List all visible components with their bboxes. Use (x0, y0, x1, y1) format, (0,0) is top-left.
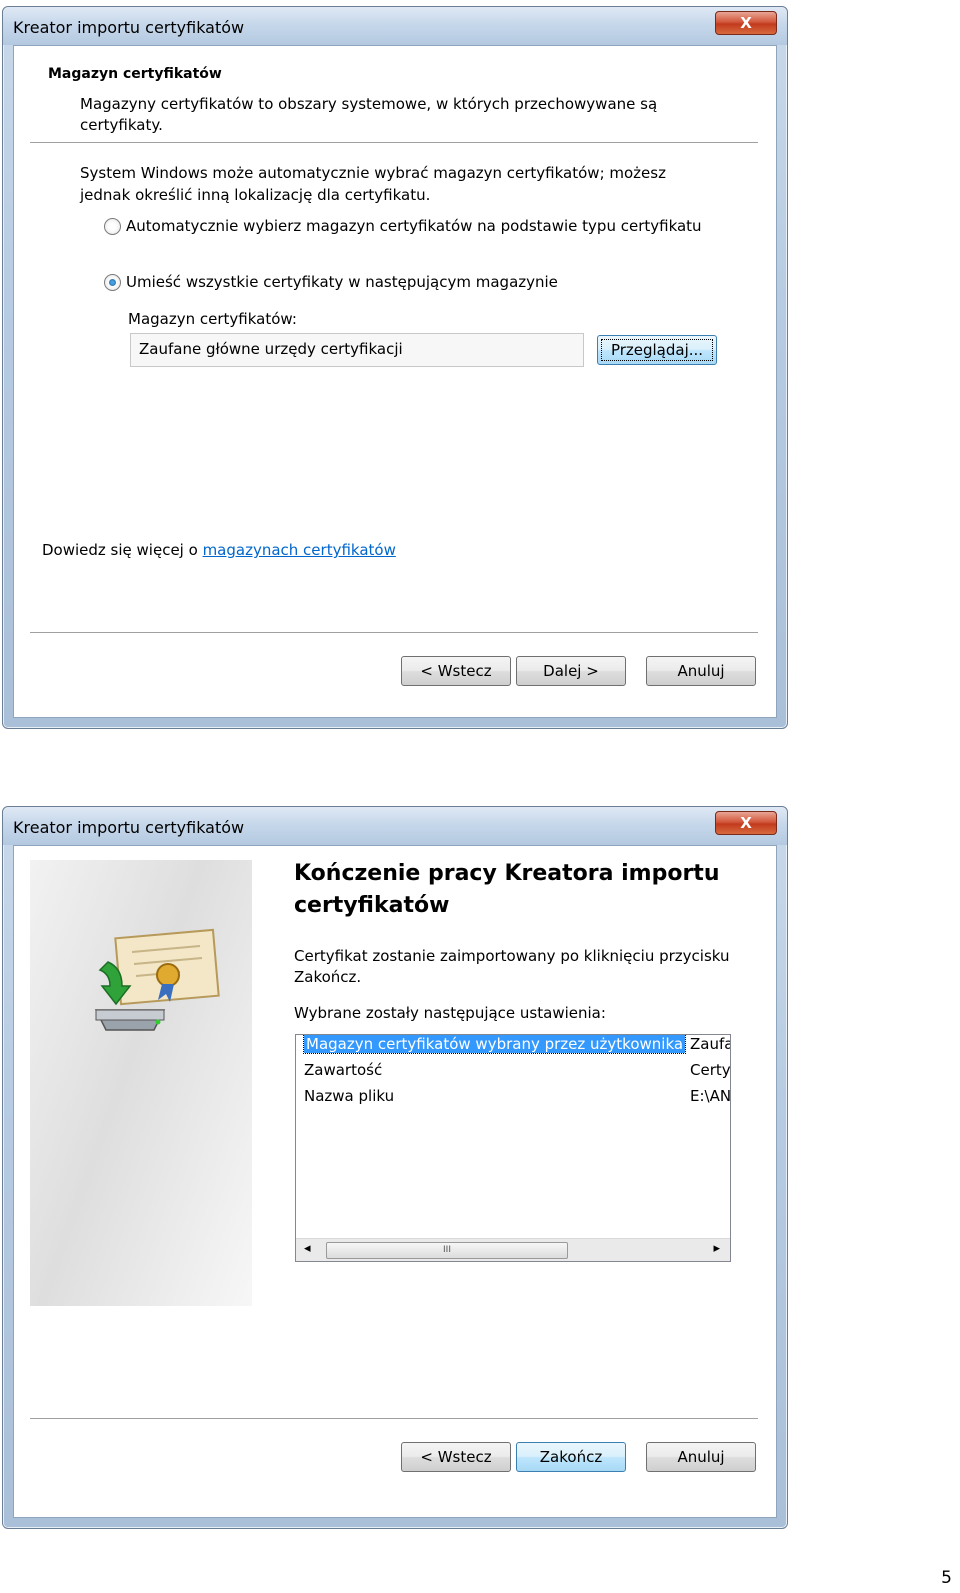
intro-text: System Windows może automatycznie wybrać… (80, 164, 666, 204)
page-subheading: Magazyny certyfikatów to obszary systemo… (80, 95, 658, 134)
page-number: 5 (941, 1568, 952, 1588)
learn-more: Dowiedz się więcej o magazynach certyfik… (42, 541, 396, 559)
cancel-button[interactable]: Anuluj (646, 656, 756, 686)
radio-auto-label[interactable]: Automatycznie wybierz magazyn certyfikat… (126, 217, 702, 235)
footer-divider (30, 632, 758, 634)
page-heading: Kończenie pracy Kreatora importu certyfi… (294, 861, 720, 918)
back-button[interactable]: < Wstecz (401, 656, 511, 686)
learn-more-prefix: Dowiedz się więcej o (42, 541, 203, 559)
learn-more-link[interactable]: magazynach certyfikatów (203, 541, 396, 559)
settings-list[interactable]: Magazyn certyfikatów wybrany przez użytk… (295, 1034, 731, 1262)
scroll-left-icon[interactable]: ◂ (304, 1241, 311, 1256)
radio-manual[interactable] (104, 274, 121, 291)
cancel-button[interactable]: Anuluj (646, 1442, 756, 1472)
setting-name: Magazyn certyfikatów wybrany przez użytk… (302, 1035, 687, 1054)
header-divider (30, 142, 758, 144)
finish-button[interactable]: Zakończ (516, 1442, 626, 1472)
description-text: Certyfikat zostanie zaimportowany po kli… (294, 947, 730, 986)
footer-divider (30, 1418, 758, 1420)
page-heading: Magazyn certyfikatów (48, 66, 222, 82)
scroll-thumb[interactable]: III (326, 1242, 568, 1259)
back-button[interactable]: < Wstecz (401, 1442, 511, 1472)
finish-button-label: Zakończ (539, 1448, 603, 1466)
title-bar[interactable]: Kreator importu certyfikatów X (3, 807, 787, 845)
setting-name[interactable]: Zawartość (304, 1061, 382, 1079)
wizard-side-panel (30, 860, 252, 1306)
setting-value: E:\AN (690, 1087, 731, 1105)
setting-name[interactable]: Nazwa pliku (304, 1087, 394, 1105)
horizontal-scrollbar[interactable]: ◂ III ▸ (296, 1238, 730, 1261)
dialog-title: Kreator importu certyfikatów (13, 18, 245, 37)
certificate-import-icon (94, 928, 220, 1031)
close-button[interactable]: X (715, 811, 777, 835)
settings-label: Wybrane zostały następujące ustawienia: (294, 1004, 606, 1022)
setting-value: Certy (690, 1061, 731, 1079)
close-button[interactable]: X (715, 11, 777, 35)
store-label: Magazyn certyfikatów: (128, 310, 297, 328)
list-item[interactable]: Magazyn certyfikatów wybrany przez użytk… (302, 1035, 687, 1054)
dialog-body (13, 45, 777, 718)
store-field: Zaufane główne urzędy certyfikacji (130, 333, 584, 367)
scroll-right-icon[interactable]: ▸ (713, 1241, 720, 1256)
browse-button-label: Przeglądaj... (601, 339, 713, 361)
browse-button[interactable]: Przeglądaj... (597, 335, 717, 365)
setting-value: Zaufa (690, 1035, 731, 1053)
next-button[interactable]: Dalej > (516, 656, 626, 686)
title-bar[interactable]: Kreator importu certyfikatów X (3, 7, 787, 45)
radio-auto[interactable] (104, 218, 121, 235)
radio-manual-label[interactable]: Umieść wszystkie certyfikaty w następują… (126, 273, 558, 291)
dialog-title: Kreator importu certyfikatów (13, 818, 245, 837)
